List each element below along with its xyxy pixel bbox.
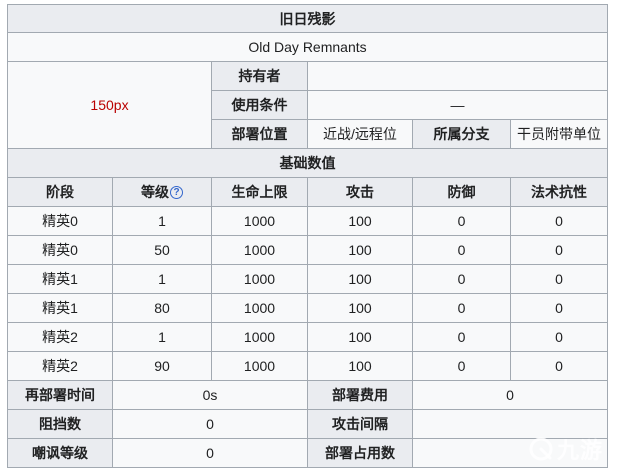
interval-label: 攻击间隔 <box>308 410 412 438</box>
stage-cell: 精英1 <box>8 294 112 322</box>
stage-cell: 精英1 <box>8 265 112 293</box>
level-cell: 90 <box>113 352 211 380</box>
redeploy-value: 0s <box>113 381 307 409</box>
taunt-label: 嘲讽等级 <box>8 439 112 467</box>
stage-cell: 精英0 <box>8 207 112 235</box>
res-cell: 0 <box>511 207 607 235</box>
hp-cell: 1000 <box>212 352 307 380</box>
res-cell: 0 <box>511 236 607 264</box>
res-cell: 0 <box>511 265 607 293</box>
condition-value: — <box>308 91 607 119</box>
stage-cell: 精英2 <box>8 323 112 351</box>
def-cell: 0 <box>413 207 510 235</box>
branch-label: 所属分支 <box>413 120 510 148</box>
hp-cell: 1000 <box>212 236 307 264</box>
def-cell: 0 <box>413 323 510 351</box>
res-cell: 0 <box>511 323 607 351</box>
col-header-res: 法术抗性 <box>511 178 607 206</box>
def-cell: 0 <box>413 265 510 293</box>
block-value: 0 <box>113 410 307 438</box>
level-cell: 80 <box>113 294 211 322</box>
branch-value: 干员附带单位 <box>511 120 607 148</box>
level-cell: 50 <box>113 236 211 264</box>
cost-value: 0 <box>413 381 607 409</box>
col-header-atk: 攻击 <box>308 178 412 206</box>
level-cell: 1 <box>113 207 211 235</box>
card-name: Old Day Remnants <box>8 33 607 61</box>
image-placeholder: 150px <box>8 62 211 148</box>
level-cell: 1 <box>113 323 211 351</box>
col-header-level: 等级 ? <box>113 178 211 206</box>
taunt-value: 0 <box>113 439 307 467</box>
redeploy-label: 再部署时间 <box>8 381 112 409</box>
position-label: 部署位置 <box>212 120 307 148</box>
info-table: 旧日残影 Old Day Remnants 150px 持有者 使用条件 — 部… <box>7 4 608 468</box>
def-cell: 0 <box>413 236 510 264</box>
stage-cell: 精英2 <box>8 352 112 380</box>
condition-label: 使用条件 <box>212 91 307 119</box>
atk-cell: 100 <box>308 294 412 322</box>
watermark-text: 九游 <box>556 438 603 463</box>
holder-value <box>308 62 607 90</box>
col-header-hp: 生命上限 <box>212 178 307 206</box>
jiuyou-logo-icon <box>529 437 553 461</box>
atk-cell: 100 <box>308 265 412 293</box>
atk-cell: 100 <box>308 352 412 380</box>
block-label: 阻挡数 <box>8 410 112 438</box>
help-icon[interactable]: ? <box>170 185 183 199</box>
atk-cell: 100 <box>308 323 412 351</box>
atk-cell: 100 <box>308 236 412 264</box>
hp-cell: 1000 <box>212 265 307 293</box>
res-cell: 0 <box>511 352 607 380</box>
position-value: 近战/远程位 <box>308 120 412 148</box>
atk-cell: 100 <box>308 207 412 235</box>
slots-label: 部署占用数 <box>308 439 412 467</box>
level-cell: 1 <box>113 265 211 293</box>
res-cell: 0 <box>511 294 607 322</box>
stage-cell: 精英0 <box>8 236 112 264</box>
def-cell: 0 <box>413 352 510 380</box>
stats-section-title: 基础数值 <box>8 149 607 177</box>
def-cell: 0 <box>413 294 510 322</box>
card-title: 旧日残影 <box>8 5 607 32</box>
holder-label: 持有者 <box>212 62 307 90</box>
col-header-level-label: 等级 <box>141 184 169 200</box>
hp-cell: 1000 <box>212 207 307 235</box>
hp-cell: 1000 <box>212 323 307 351</box>
hp-cell: 1000 <box>212 294 307 322</box>
col-header-def: 防御 <box>413 178 510 206</box>
cost-label: 部署费用 <box>308 381 412 409</box>
watermark: 九游 <box>528 433 603 465</box>
col-header-stage: 阶段 <box>8 178 112 206</box>
